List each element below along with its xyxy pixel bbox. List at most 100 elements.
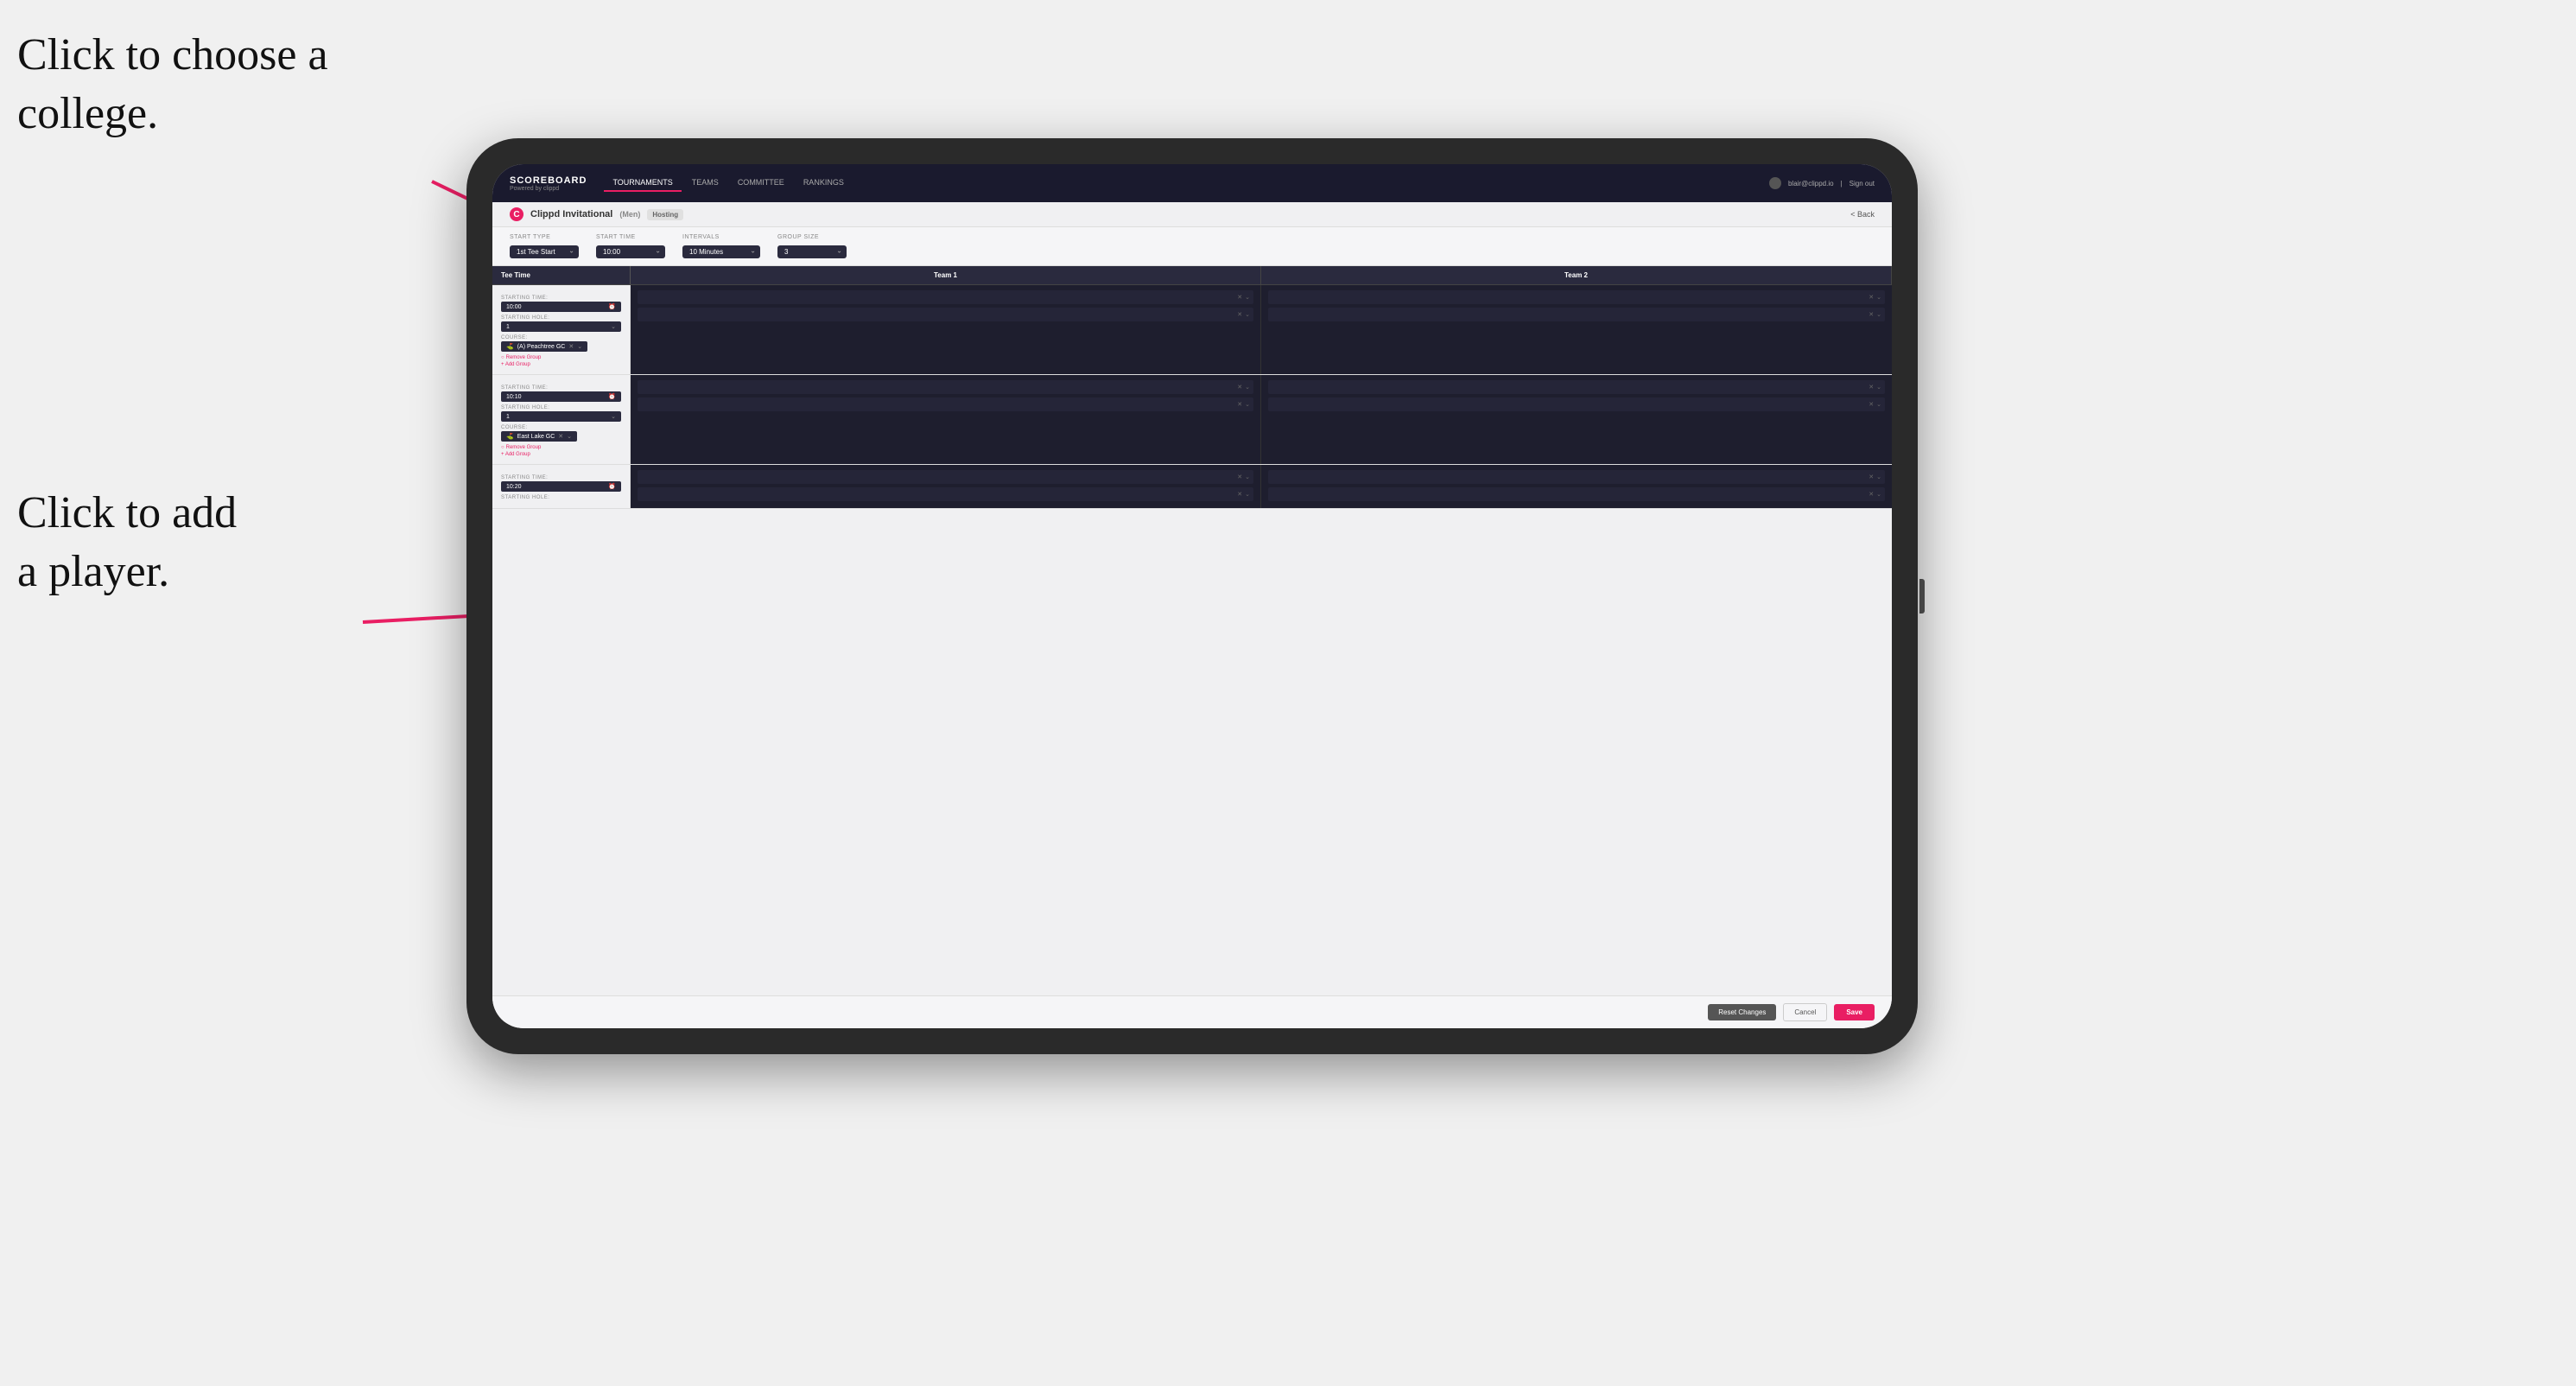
start-type-label: Start Type xyxy=(510,234,579,240)
nav-tournaments[interactable]: TOURNAMENTS xyxy=(604,175,681,192)
app-footer: Reset Changes Cancel Save xyxy=(492,995,1892,1028)
tablet-frame: SCOREBOARD Powered by clippd TOURNAMENTS… xyxy=(466,138,1918,1054)
player-row-2-t1-2[interactable]: ✕ ⌄ xyxy=(638,397,1253,411)
tee-group-1: STARTING TIME: 10:00 ⏰ STARTING HOLE: 1 … xyxy=(492,285,1892,375)
user-avatar-dot xyxy=(1769,177,1781,189)
sign-out-link[interactable]: Sign out xyxy=(1850,180,1875,188)
course-tag-1[interactable]: ⛳ (A) Peachtree GC ✕ ⌄ xyxy=(501,341,587,352)
start-type-select[interactable]: 1st Tee Start xyxy=(510,245,579,258)
player-actions-1-t1-1: ✕ ⌄ xyxy=(1237,294,1250,301)
player-actions-1-t1-2: ✕ ⌄ xyxy=(1237,311,1250,318)
tablet-screen: SCOREBOARD Powered by clippd TOURNAMENTS… xyxy=(492,164,1892,1028)
start-time-label: Start Time xyxy=(596,234,665,240)
course-label-2: COURSE: xyxy=(501,425,621,430)
setting-group-size: Group Size 3 xyxy=(777,234,847,258)
player-row-3-t2-2[interactable]: ✕ ⌄ xyxy=(1268,487,1885,501)
player-actions-1-t2-2: ✕ ⌄ xyxy=(1869,311,1881,318)
player-row-3-t1-2[interactable]: ✕ ⌄ xyxy=(638,487,1253,501)
team2-panel-3: ✕ ⌄ ✕ ⌄ xyxy=(1261,465,1892,508)
team2-panel-1: ✕ ⌄ ✕ ⌄ xyxy=(1261,285,1892,374)
starting-time-input-2[interactable]: 10:10 ⏰ xyxy=(501,391,621,402)
setting-start-time: Start Time 10:00 xyxy=(596,234,665,258)
add-group-2[interactable]: + Add Group xyxy=(501,452,621,457)
starting-time-label-2: STARTING TIME: xyxy=(501,385,621,391)
start-type-select-wrapper: 1st Tee Start xyxy=(510,243,579,258)
player-row-1-t2-2[interactable]: ✕ ⌄ xyxy=(1268,308,1885,321)
course-label-1: COURSE: xyxy=(501,335,621,340)
start-time-select-wrapper: 10:00 xyxy=(596,243,665,258)
starting-time-label-1: STARTING TIME: xyxy=(501,296,621,301)
settings-bar: Start Type 1st Tee Start Start Time 10:0… xyxy=(492,227,1892,266)
player-row-2-t1-1[interactable]: ✕ ⌄ xyxy=(638,380,1253,394)
user-area: blair@clippd.io | Sign out xyxy=(1769,177,1875,189)
tee-group-2: STARTING TIME: 10:10 ⏰ STARTING HOLE: 1 … xyxy=(492,375,1892,465)
clippd-logo: C xyxy=(510,207,523,221)
team1-panel-2: ✕ ⌄ ✕ ⌄ xyxy=(631,375,1261,464)
player-row-1-t2-1[interactable]: ✕ ⌄ xyxy=(1268,290,1885,304)
powered-by-text: Powered by clippd xyxy=(510,186,587,192)
starting-time-label-3: STARTING TIME: xyxy=(501,475,621,480)
starting-hole-input-1[interactable]: 1 ⌄ xyxy=(501,321,621,332)
starting-hole-label-3: STARTING HOLE: xyxy=(501,495,621,500)
divider: | xyxy=(1841,180,1843,188)
player-row-1-t1-1[interactable]: ✕ ⌄ xyxy=(638,290,1253,304)
table-header: Tee Time Team 1 Team 2 xyxy=(492,266,1892,285)
player-row-1-t1-2[interactable]: ✕ ⌄ xyxy=(638,308,1253,321)
add-group-1[interactable]: + Add Group xyxy=(501,362,621,367)
app-header: SCOREBOARD Powered by clippd TOURNAMENTS… xyxy=(492,164,1892,202)
course-tag-2[interactable]: ⛳ East Lake GC ✕ ⌄ xyxy=(501,431,577,442)
group-size-select-wrapper: 3 xyxy=(777,243,847,258)
clock-icon-3: ⏰ xyxy=(608,483,616,490)
starting-time-input-1[interactable]: 10:00 ⏰ xyxy=(501,302,621,312)
tournament-name: Clippd Invitational xyxy=(530,209,612,219)
team1-panel-3: ✕ ⌄ ✕ ⌄ xyxy=(631,465,1261,508)
intervals-select[interactable]: 10 Minutes xyxy=(682,245,760,258)
tee-info-1: STARTING TIME: 10:00 ⏰ STARTING HOLE: 1 … xyxy=(492,285,631,374)
sub-header: C Clippd Invitational (Men) Hosting < Ba… xyxy=(492,202,1892,227)
scoreboard-title: SCOREBOARD xyxy=(510,175,587,186)
annotation-add-player: Click to add a player. xyxy=(17,484,237,601)
starting-hole-label-2: STARTING HOLE: xyxy=(501,405,621,410)
tournament-gender: (Men) xyxy=(619,210,640,219)
back-button[interactable]: < Back xyxy=(1850,210,1875,219)
player-row-2-t2-1[interactable]: ✕ ⌄ xyxy=(1268,380,1885,394)
tee-info-3: STARTING TIME: 10:20 ⏰ STARTING HOLE: xyxy=(492,465,631,508)
th-team1: Team 1 xyxy=(631,266,1261,284)
team1-panel-1: ✕ ⌄ ✕ ⌄ xyxy=(631,285,1261,374)
player-actions-1-t2-1: ✕ ⌄ xyxy=(1869,294,1881,301)
remove-group-1[interactable]: ○ Remove Group xyxy=(501,355,621,360)
starting-hole-input-2[interactable]: 1 ⌄ xyxy=(501,411,621,422)
starting-hole-label-1: STARTING HOLE: xyxy=(501,315,621,321)
intervals-label: Intervals xyxy=(682,234,760,240)
cancel-button[interactable]: Cancel xyxy=(1783,1003,1827,1021)
team2-panel-2: ✕ ⌄ ✕ ⌄ xyxy=(1261,375,1892,464)
group-size-select[interactable]: 3 xyxy=(777,245,847,258)
clock-icon-2: ⏰ xyxy=(608,393,616,400)
hosting-badge: Hosting xyxy=(647,209,683,220)
player-row-2-t2-2[interactable]: ✕ ⌄ xyxy=(1268,397,1885,411)
clock-icon-1: ⏰ xyxy=(608,303,616,310)
player-row-3-t2-1[interactable]: ✕ ⌄ xyxy=(1268,470,1885,484)
scoreboard-logo: SCOREBOARD Powered by clippd xyxy=(510,175,587,192)
tee-group-3: STARTING TIME: 10:20 ⏰ STARTING HOLE: ✕ … xyxy=(492,465,1892,509)
user-email: blair@clippd.io xyxy=(1788,180,1834,188)
reset-button[interactable]: Reset Changes xyxy=(1708,1004,1776,1020)
nav-teams[interactable]: TEAMS xyxy=(683,175,727,192)
th-tee-time: Tee Time xyxy=(492,266,631,284)
remove-course-2[interactable]: ✕ xyxy=(558,433,563,440)
tournament-title-group: C Clippd Invitational (Men) Hosting xyxy=(510,207,683,221)
starting-time-input-3[interactable]: 10:20 ⏰ xyxy=(501,481,621,492)
group-size-label: Group Size xyxy=(777,234,847,240)
annotation-choose-college: Click to choose a college. xyxy=(17,26,328,143)
nav-committee[interactable]: COMMITTEE xyxy=(729,175,793,192)
remove-course-1[interactable]: ✕ xyxy=(568,343,574,350)
setting-start-type: Start Type 1st Tee Start xyxy=(510,234,579,258)
start-time-select[interactable]: 10:00 xyxy=(596,245,665,258)
player-row-3-t1-1[interactable]: ✕ ⌄ xyxy=(638,470,1253,484)
nav-rankings[interactable]: RANKINGS xyxy=(795,175,853,192)
remove-group-2[interactable]: ○ Remove Group xyxy=(501,445,621,450)
intervals-select-wrapper: 10 Minutes xyxy=(682,243,760,258)
nav-links: TOURNAMENTS TEAMS COMMITTEE RANKINGS xyxy=(604,175,1769,192)
tablet-side-button xyxy=(1919,579,1925,614)
save-button[interactable]: Save xyxy=(1834,1004,1875,1020)
